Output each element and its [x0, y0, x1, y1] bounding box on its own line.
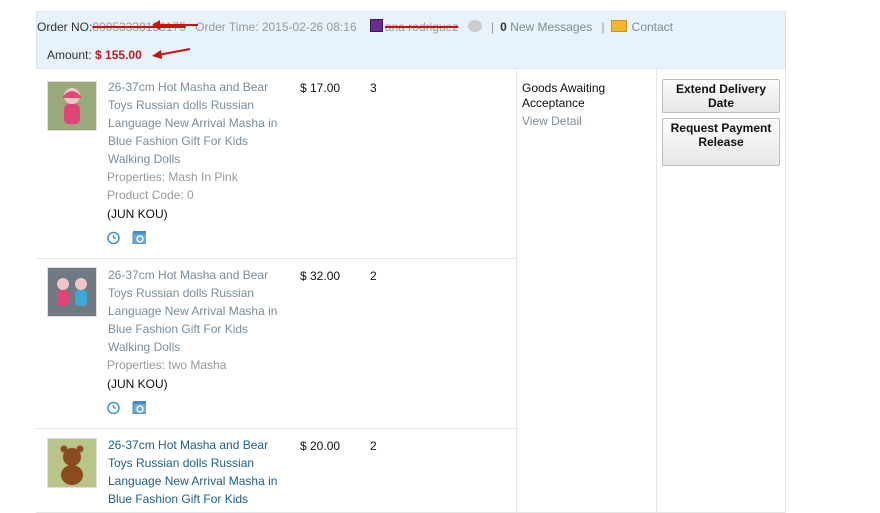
product-title-link[interactable]: 26-37cm Hot Masha and Bear Toys Russian …: [108, 78, 288, 168]
alarm-clock-icon[interactable]: [106, 230, 120, 244]
amount-value: $ 155.00: [95, 48, 142, 62]
extend-delivery-button[interactable]: Extend Delivery Date: [662, 79, 780, 113]
column-divider: [516, 69, 517, 513]
red-arrow-icon: [152, 20, 198, 30]
order-no-label: Order NO:: [37, 20, 93, 34]
amount-label: Amount:: [47, 48, 92, 62]
item-quantity: 2: [370, 439, 377, 453]
item-seller: (JUN KOU): [107, 207, 168, 221]
product-title-link[interactable]: 26-37cm Hot Masha and Bear Toys Russian …: [108, 266, 288, 356]
column-divider: [785, 69, 786, 513]
order-info-row: Order NO:80053338158175 Order Time: 2015…: [37, 19, 673, 34]
item-properties: Properties: two Masha: [107, 358, 227, 372]
doll-image-icon: [48, 268, 96, 316]
item-quantity: 2: [370, 269, 377, 283]
order-time-value: 2015-02-26 08:16: [261, 20, 357, 34]
item-price: $ 20.00: [300, 439, 341, 453]
item-seller: (JUN KOU): [107, 377, 168, 391]
item-price: $ 32.00: [300, 269, 341, 283]
doll-image-icon: [48, 82, 96, 130]
item-price: $ 17.00: [300, 81, 341, 95]
product-thumbnail[interactable]: [47, 267, 97, 317]
product-title-link[interactable]: 26-37cm Hot Masha and Bear Toys Russian …: [108, 436, 288, 508]
order-status: Goods Awaiting Acceptance: [522, 81, 606, 110]
divider: |: [491, 20, 495, 34]
new-messages-link[interactable]: New Messages: [510, 20, 592, 34]
item-quantity: 3: [370, 81, 377, 95]
refresh-icon[interactable]: [132, 400, 146, 414]
buyer-flag-icon: [369, 19, 383, 32]
request-payment-release-button[interactable]: Request Payment Release: [662, 118, 780, 166]
alarm-clock-icon[interactable]: [106, 400, 120, 414]
chat-icon[interactable]: [467, 20, 482, 32]
product-thumbnail[interactable]: [47, 81, 97, 131]
row-divider: [36, 258, 516, 259]
view-detail-link[interactable]: View Detail: [522, 114, 652, 129]
contact-link[interactable]: Contact: [632, 20, 673, 34]
item-product-code: Product Code: 0: [107, 188, 194, 202]
mail-icon[interactable]: [610, 20, 627, 32]
bear-image-icon: [48, 439, 96, 487]
column-divider: [656, 69, 657, 513]
messages-count: 0: [500, 20, 507, 34]
product-thumbnail[interactable]: [47, 438, 97, 488]
buyer-name[interactable]: ana rodriguez: [385, 20, 458, 34]
order-status-cell: Goods Awaiting Acceptance View Detail: [522, 81, 652, 129]
red-arrow-icon: [152, 48, 191, 59]
order-header: Order NO:80053338158175 Order Time: 2015…: [36, 11, 786, 69]
divider: |: [601, 20, 605, 34]
row-divider: [36, 428, 516, 429]
amount-row: Amount: $ 155.00: [47, 48, 142, 62]
item-properties: Properties: Mash In Pink: [107, 170, 238, 184]
order-time-label: Order Time:: [195, 20, 259, 34]
refresh-icon[interactable]: [132, 230, 146, 244]
